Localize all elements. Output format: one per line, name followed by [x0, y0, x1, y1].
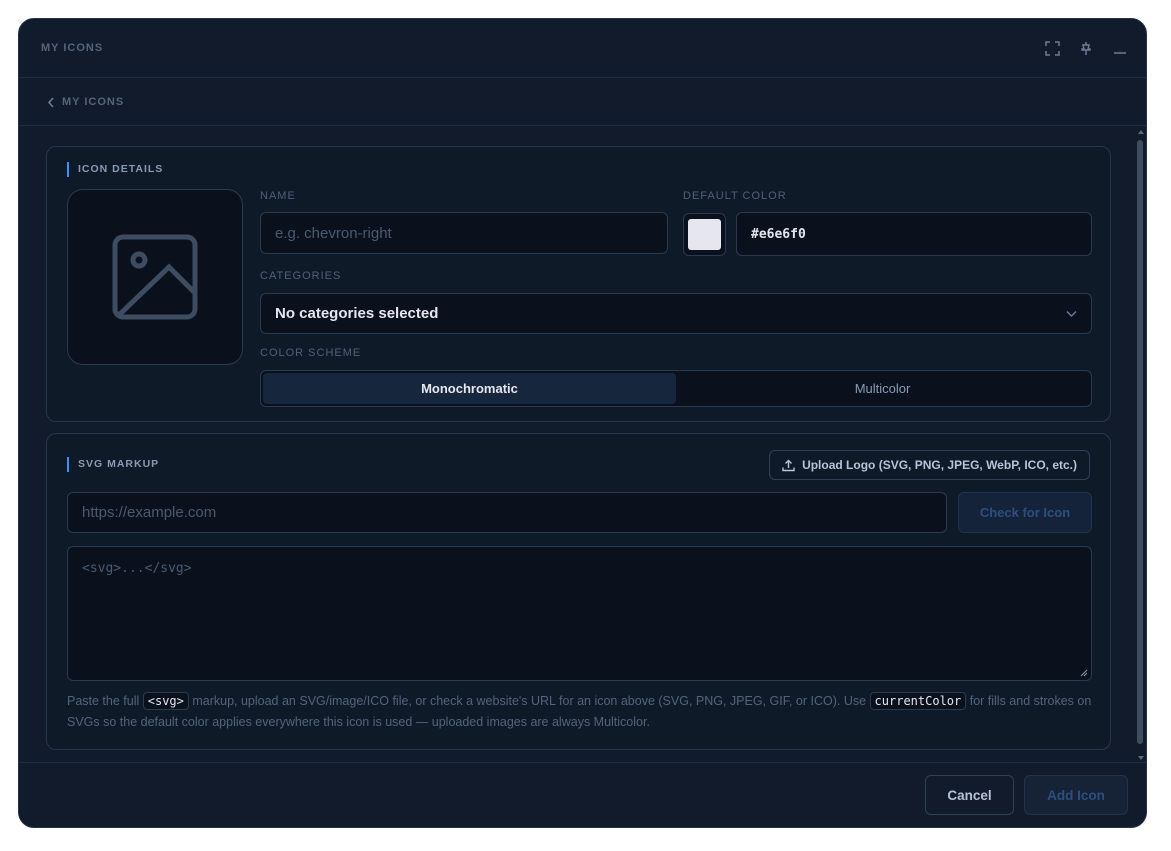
icon-preview: [67, 189, 243, 365]
scroll-down-arrow[interactable]: [1138, 756, 1144, 760]
scroll-thumb[interactable]: [1137, 140, 1143, 744]
url-input[interactable]: https://example.com: [67, 492, 947, 533]
icon-details-heading: ICON DETAILS: [67, 162, 163, 177]
window-controls: [1044, 39, 1128, 57]
svg-tag-code: <svg>: [142, 692, 189, 710]
default-color-input[interactable]: #e6e6f0: [736, 212, 1092, 256]
categories-value: No categories selected: [275, 305, 439, 322]
maximize-icon[interactable]: [1044, 39, 1060, 57]
name-label: NAME: [260, 190, 296, 202]
url-placeholder: https://example.com: [82, 504, 217, 521]
default-color-label: DEFAULT COLOR: [683, 190, 787, 202]
content-scroll-area: ICON DETAILS NAME e.g. chevron-right DEF…: [19, 126, 1146, 762]
vertical-scrollbar[interactable]: [1136, 130, 1146, 760]
name-input[interactable]: e.g. chevron-right: [260, 212, 668, 254]
color-swatch: [688, 219, 721, 250]
color-swatch-button[interactable]: [683, 213, 726, 256]
svg-help-text: Paste the full <svg> markup, upload an S…: [67, 691, 1092, 733]
name-placeholder: e.g. chevron-right: [275, 224, 392, 242]
icon-editor-window: MY ICONS MY ICONS ICON DETAILS NAME e.g.…: [18, 18, 1147, 828]
color-scheme-toggle: Monochromatic Multicolor: [260, 370, 1092, 407]
image-placeholder-icon: [112, 234, 198, 320]
svg-markup-placeholder: <svg>...</svg>: [82, 561, 192, 576]
scroll-up-arrow[interactable]: [1138, 130, 1144, 134]
pin-icon[interactable]: [1078, 39, 1094, 57]
color-scheme-label: COLOR SCHEME: [260, 347, 362, 359]
svg-markup-heading: SVG MARKUP: [67, 457, 159, 472]
add-icon-button[interactable]: Add Icon: [1024, 775, 1128, 815]
chevron-down-icon: [1066, 311, 1077, 317]
upload-logo-label: Upload Logo (SVG, PNG, JPEG, WebP, ICO, …: [802, 458, 1077, 472]
help-text-part: markup, upload an SVG/image/ICO file, or…: [188, 694, 870, 708]
categories-label: CATEGORIES: [260, 270, 342, 282]
dialog-footer: Cancel Add Icon: [19, 762, 1146, 827]
window-title: MY ICONS: [41, 42, 104, 54]
back-link-label: MY ICONS: [62, 96, 125, 108]
svg-markup-textarea[interactable]: <svg>...</svg>: [67, 546, 1092, 681]
minimize-icon[interactable]: [1112, 39, 1128, 57]
cancel-button[interactable]: Cancel: [925, 775, 1014, 815]
help-text-part: Paste the full: [67, 694, 143, 708]
back-link[interactable]: MY ICONS: [47, 96, 124, 108]
check-for-icon-button[interactable]: Check for Icon: [958, 492, 1092, 533]
icon-details-card: ICON DETAILS NAME e.g. chevron-right DEF…: [46, 146, 1111, 422]
svg-markup-card: SVG MARKUP Upload Logo (SVG, PNG, JPEG, …: [46, 433, 1111, 750]
chevron-left-icon: [47, 96, 54, 108]
upload-logo-button[interactable]: Upload Logo (SVG, PNG, JPEG, WebP, ICO, …: [769, 450, 1090, 480]
title-bar: MY ICONS: [19, 19, 1146, 78]
breadcrumb: MY ICONS: [19, 79, 1146, 126]
upload-icon: [782, 459, 795, 471]
scheme-option-multicolor[interactable]: Multicolor: [676, 373, 1089, 404]
current-color-code: currentColor: [869, 692, 967, 710]
default-color-value: #e6e6f0: [751, 226, 806, 242]
scheme-option-monochromatic[interactable]: Monochromatic: [263, 373, 676, 404]
resize-grip-icon[interactable]: [1080, 669, 1088, 677]
categories-select[interactable]: No categories selected: [260, 293, 1092, 334]
